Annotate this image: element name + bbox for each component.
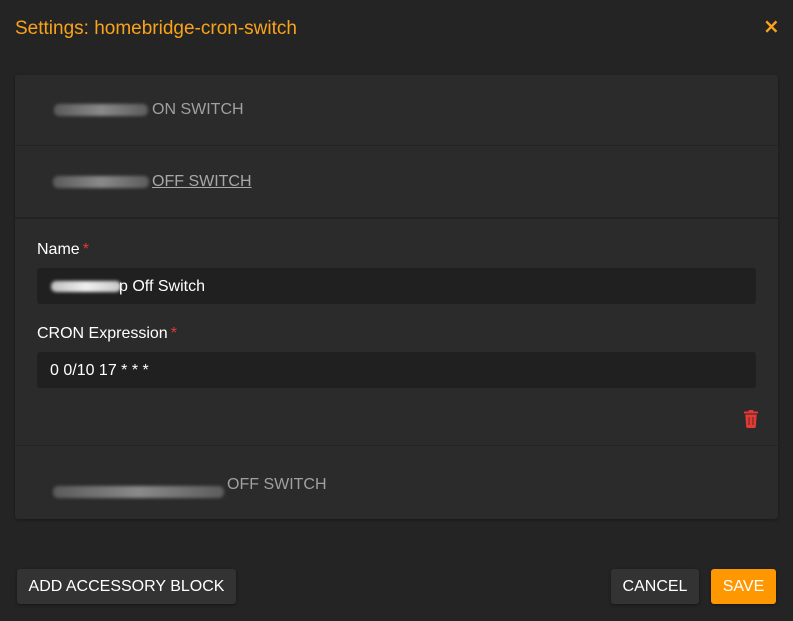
save-button[interactable]: SAVE bbox=[711, 569, 776, 604]
redacted-text bbox=[54, 104, 148, 116]
trash-icon[interactable] bbox=[743, 410, 759, 428]
redacted-text bbox=[53, 486, 224, 498]
accessory-header-off-switch[interactable]: OFF SWITCH bbox=[15, 147, 778, 218]
modal-title: Settings: homebridge-cron-switch bbox=[15, 18, 297, 39]
accessory-label: ON SWITCH bbox=[152, 101, 244, 118]
settings-modal: Settings: homebridge-cron-switch × ON SW… bbox=[0, 0, 793, 621]
cron-expression-field[interactable]: 0 0/10 17 * * * bbox=[37, 352, 756, 388]
redacted-text bbox=[53, 176, 149, 188]
required-mark: * bbox=[82, 241, 89, 258]
cron-value: 0 0/10 17 * * * bbox=[50, 362, 149, 379]
accessory-label: OFF SWITCH bbox=[227, 476, 327, 493]
name-label: Name * bbox=[37, 241, 89, 258]
divider bbox=[15, 445, 778, 446]
cancel-button[interactable]: CANCEL bbox=[611, 569, 699, 604]
cron-label: CRON Expression * bbox=[37, 325, 177, 342]
accessory-panel: ON SWITCH OFF SWITCH Name * p Off Switch … bbox=[15, 75, 778, 519]
accessory-form: Name * p Off Switch CRON Expression * 0 0/… bbox=[15, 218, 778, 445]
close-icon[interactable]: × bbox=[763, 16, 780, 36]
name-field[interactable]: p Off Switch bbox=[37, 268, 756, 304]
name-value: p Off Switch bbox=[119, 278, 205, 295]
required-mark: * bbox=[170, 325, 177, 342]
accessory-header-on-switch[interactable]: ON SWITCH bbox=[15, 75, 778, 146]
accessory-header-off-switch-2[interactable]: OFF SWITCH bbox=[15, 448, 778, 519]
accessory-label: OFF SWITCH bbox=[152, 173, 252, 190]
add-accessory-block-button[interactable]: ADD ACCESSORY BLOCK bbox=[17, 569, 236, 604]
redacted-text bbox=[51, 281, 121, 292]
modal-header: Settings: homebridge-cron-switch × bbox=[0, 0, 793, 60]
